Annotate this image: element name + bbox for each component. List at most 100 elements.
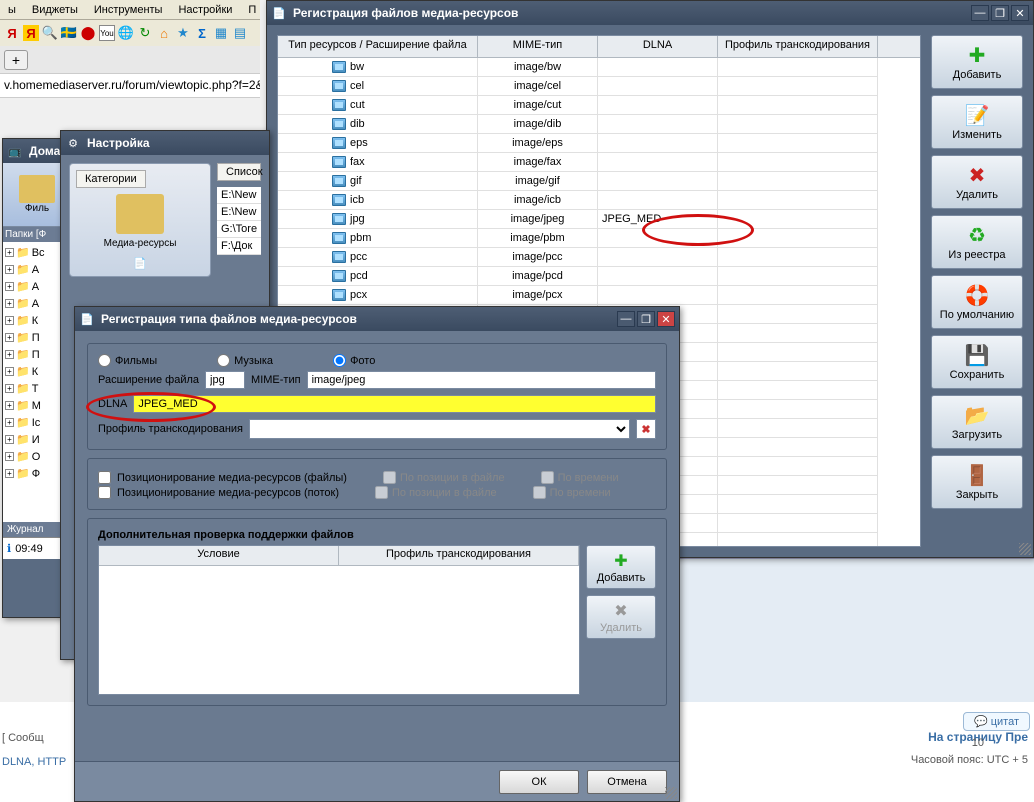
table-row[interactable]: pbmimage/pbm: [278, 229, 920, 248]
pos-stream-checkbox[interactable]: [98, 486, 111, 499]
clear-profile-button[interactable]: ✖: [636, 419, 656, 439]
registration-titlebar[interactable]: 📄 Регистрация файлов медиа-ресурсов — ❐ …: [267, 1, 1033, 25]
minimize-button[interactable]: —: [617, 311, 635, 327]
page-number: 10: [972, 737, 984, 749]
radio-photo[interactable]: Фото: [333, 354, 375, 367]
add-button[interactable]: ✚Добавить: [931, 35, 1023, 89]
folder-icon: 📁: [16, 280, 30, 293]
close-button[interactable]: ✕: [657, 311, 675, 327]
media-resources-item[interactable]: Медиа-ресурсы: [76, 194, 204, 249]
url-bar[interactable]: v.homemediaserver.ru/forum/viewtopic.php…: [0, 74, 260, 98]
col-dlna[interactable]: DLNA: [598, 36, 718, 57]
table-row[interactable]: pccimage/pcc: [278, 248, 920, 267]
table-row[interactable]: epsimage/eps: [278, 134, 920, 153]
mime-input[interactable]: [307, 371, 656, 389]
expand-icon[interactable]: +: [5, 265, 14, 274]
path-list[interactable]: E:\NewE:\NewG:\ToreF:\Док: [217, 187, 261, 255]
col-mime[interactable]: MIME-тип: [478, 36, 598, 57]
table-row[interactable]: gifimage/gif: [278, 172, 920, 191]
dlna-input[interactable]: [133, 395, 656, 413]
edit-button[interactable]: 📝Изменить: [931, 95, 1023, 149]
save-button[interactable]: 💾Сохранить: [931, 335, 1023, 389]
ok-button[interactable]: ОК: [499, 770, 579, 794]
table-row[interactable]: bwimage/bw: [278, 58, 920, 77]
table-row[interactable]: celimage/cel: [278, 77, 920, 96]
table-row[interactable]: jpgimage/jpegJPEG_MED: [278, 210, 920, 229]
path-item[interactable]: G:\Tore: [217, 221, 261, 238]
expand-icon[interactable]: +: [5, 384, 14, 393]
col-type[interactable]: Тип ресурсов / Расширение файла: [278, 36, 478, 57]
profile-select[interactable]: [249, 419, 630, 439]
delete-button[interactable]: ✖Удалить: [931, 155, 1023, 209]
check-grid[interactable]: Условие Профиль транскодирования: [98, 545, 580, 695]
table-row[interactable]: pcximage/pcx: [278, 286, 920, 305]
expand-icon[interactable]: +: [5, 248, 14, 257]
youtube-icon[interactable]: You: [99, 25, 115, 41]
settings-titlebar[interactable]: ⚙ Настройка: [61, 131, 269, 155]
maximize-button[interactable]: ❐: [637, 311, 655, 327]
quote-button[interactable]: 💬 цитат: [963, 712, 1030, 731]
menu-item[interactable]: ы: [0, 2, 24, 18]
menu-item[interactable]: П: [240, 2, 264, 18]
maximize-button[interactable]: ❐: [991, 5, 1009, 21]
expand-icon[interactable]: +: [5, 367, 14, 376]
menu-item[interactable]: Настройки: [170, 2, 240, 18]
col-profile[interactable]: Профиль транскодирования: [339, 546, 579, 565]
check-add-button[interactable]: ✚Добавить: [586, 545, 656, 589]
table-row[interactable]: icbimage/icb: [278, 191, 920, 210]
box-icon[interactable]: ▦: [213, 25, 229, 41]
new-tab-button[interactable]: +: [4, 50, 28, 70]
col-condition[interactable]: Условие: [99, 546, 339, 565]
resize-grip[interactable]: [1019, 543, 1031, 555]
globe-icon[interactable]: 🌐: [118, 25, 134, 41]
load-button[interactable]: 📂Загрузить: [931, 395, 1023, 449]
path-item[interactable]: E:\New: [217, 187, 261, 204]
expand-icon[interactable]: +: [5, 350, 14, 359]
table-row[interactable]: dibimage/dib: [278, 115, 920, 134]
pos-files-checkbox[interactable]: [98, 471, 111, 484]
menu-item[interactable]: Виджеты: [24, 2, 86, 18]
path-item[interactable]: E:\New: [217, 204, 261, 221]
ext-input[interactable]: [205, 371, 245, 389]
table-row[interactable]: faximage/fax: [278, 153, 920, 172]
by-time-checkbox: [541, 471, 554, 484]
expand-icon[interactable]: +: [5, 418, 14, 427]
yandex-icon[interactable]: Я: [4, 25, 20, 41]
expand-icon[interactable]: +: [5, 469, 14, 478]
home-icon[interactable]: ⌂: [156, 25, 172, 41]
opera-icon[interactable]: ⬤: [80, 25, 96, 41]
flag-icon[interactable]: 🇸🇪: [61, 25, 77, 41]
star-icon[interactable]: ★: [175, 25, 191, 41]
positioning-panel: Позиционирование медиа-ресурсов (файлы) …: [87, 458, 667, 510]
expand-icon[interactable]: +: [5, 282, 14, 291]
path-item[interactable]: F:\Док: [217, 238, 261, 255]
col-profile[interactable]: Профиль транскодирования: [718, 36, 878, 57]
dialog-titlebar[interactable]: 📄 Регистрация типа файлов медиа-ресурсов…: [75, 307, 679, 331]
expand-icon[interactable]: +: [5, 316, 14, 325]
defaults-button[interactable]: 🛟По умолчанию: [931, 275, 1023, 329]
next-category-icon[interactable]: 📄: [76, 257, 204, 270]
minimize-button[interactable]: —: [971, 5, 989, 21]
radio-music[interactable]: Музыка: [217, 354, 273, 367]
search-icon[interactable]: 🔍: [42, 25, 58, 41]
table-row[interactable]: cutimage/cut: [278, 96, 920, 115]
menu-item[interactable]: Инструменты: [86, 2, 171, 18]
radio-films[interactable]: Фильмы: [98, 354, 157, 367]
browser-menu[interactable]: ы Виджеты Инструменты Настройки П: [0, 0, 260, 20]
grid-icon[interactable]: ▤: [232, 25, 248, 41]
expand-icon[interactable]: +: [5, 333, 14, 342]
resize-grip[interactable]: [665, 787, 677, 799]
refresh-icon[interactable]: ↻: [137, 25, 153, 41]
yandex-yellow-icon[interactable]: Я: [23, 25, 39, 41]
expand-icon[interactable]: +: [5, 401, 14, 410]
registry-button[interactable]: ♻Из реестра: [931, 215, 1023, 269]
close-window-button[interactable]: 🚪Закрыть: [931, 455, 1023, 509]
dlna-http-link[interactable]: DLNA, HTTP: [2, 756, 66, 768]
close-button[interactable]: ✕: [1011, 5, 1029, 21]
cancel-button[interactable]: Отмена: [587, 770, 667, 794]
expand-icon[interactable]: +: [5, 452, 14, 461]
table-row[interactable]: pcdimage/pcd: [278, 267, 920, 286]
sigma-icon[interactable]: Σ: [194, 25, 210, 41]
expand-icon[interactable]: +: [5, 299, 14, 308]
expand-icon[interactable]: +: [5, 435, 14, 444]
